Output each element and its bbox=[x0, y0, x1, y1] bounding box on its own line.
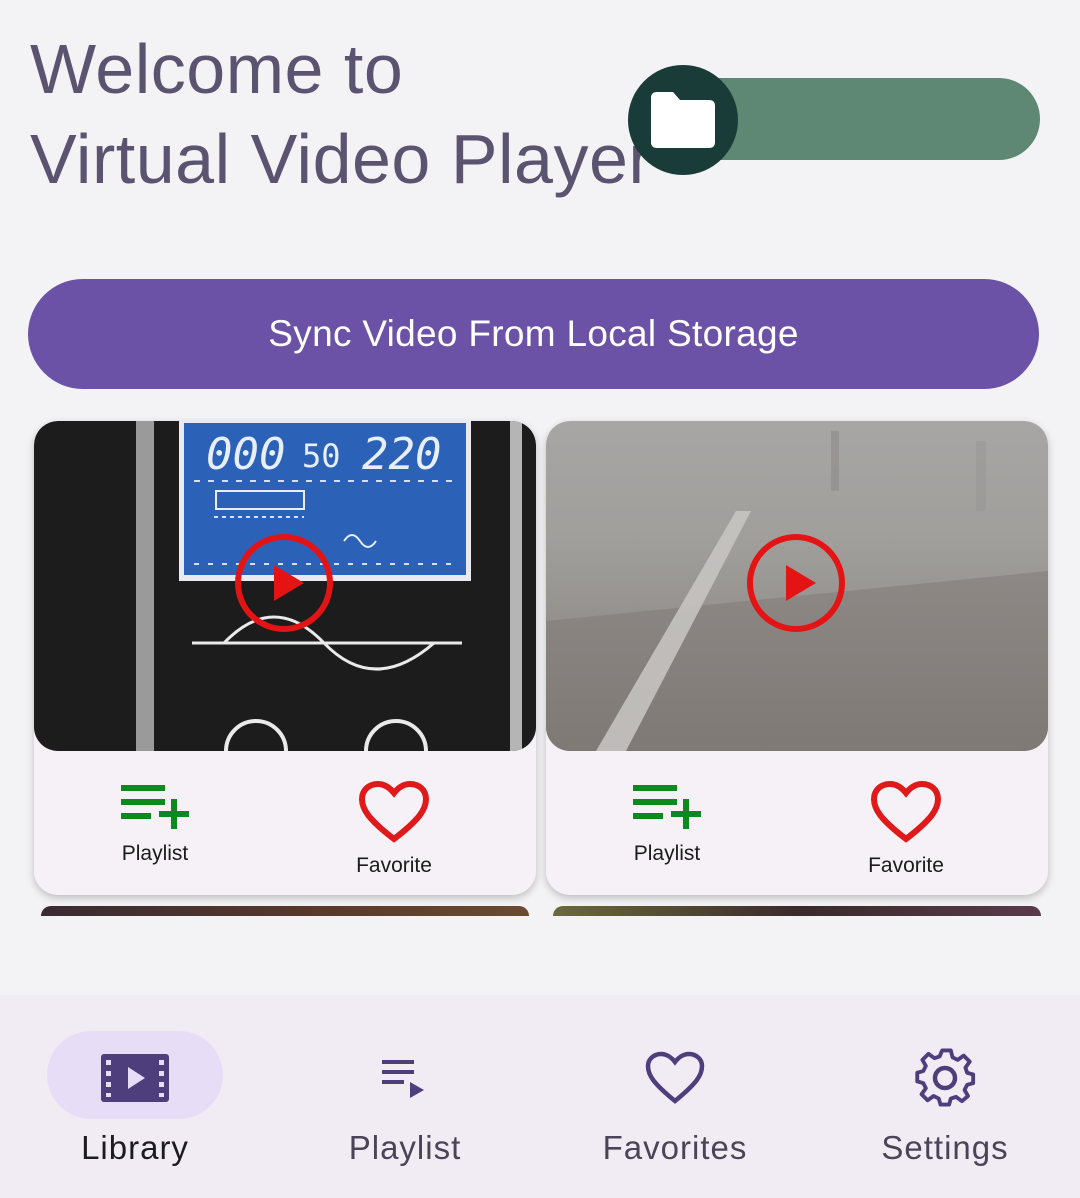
favorite-label: Favorite bbox=[868, 854, 944, 877]
svg-text:220: 220 bbox=[362, 429, 441, 480]
toggle-knob[interactable] bbox=[628, 65, 738, 175]
nav-item-favorites[interactable]: Favorites bbox=[540, 995, 810, 1198]
video-card[interactable]: 000 50 220 Playlist Favorite bbox=[34, 421, 536, 895]
nav-label-library: Library bbox=[81, 1129, 189, 1166]
playlist-label: Playlist bbox=[121, 842, 189, 865]
playlist-label: Playlist bbox=[633, 842, 701, 865]
svg-text:50: 50 bbox=[302, 437, 341, 475]
nav-label-favorites: Favorites bbox=[602, 1129, 748, 1166]
nav-label-settings: Settings bbox=[881, 1129, 1009, 1166]
sync-video-button[interactable]: Sync Video From Local Storage bbox=[28, 279, 1039, 389]
favorite-label: Favorite bbox=[356, 854, 432, 877]
title-line-2: Virtual Video Player bbox=[30, 120, 653, 198]
nav-item-library[interactable]: Library bbox=[0, 995, 270, 1198]
title-line-1: Welcome to bbox=[30, 30, 404, 108]
play-circle-icon[interactable] bbox=[234, 533, 334, 633]
nav-label-playlist: Playlist bbox=[348, 1129, 462, 1166]
page-title: Welcome to Virtual Video Player bbox=[30, 24, 652, 204]
svg-text:000: 000 bbox=[206, 429, 285, 480]
playlist-add-icon bbox=[121, 785, 189, 829]
folder-icon bbox=[651, 92, 715, 148]
add-to-playlist-button[interactable]: Playlist bbox=[567, 781, 767, 866]
video-card-actions: Playlist Favorite bbox=[34, 751, 536, 895]
heart-icon bbox=[358, 780, 430, 843]
play-circle-icon[interactable] bbox=[746, 533, 846, 633]
bottom-navigation: Library Playlist Favorites Settings bbox=[0, 995, 1080, 1198]
video-card[interactable]: Playlist Favorite bbox=[546, 421, 1048, 895]
add-to-playlist-button[interactable]: Playlist bbox=[55, 781, 255, 866]
video-library-icon bbox=[101, 1054, 169, 1102]
video-thumbnail[interactable] bbox=[546, 421, 1048, 751]
playlist-icon bbox=[382, 1060, 424, 1098]
favorite-button[interactable]: Favorite bbox=[806, 780, 1006, 878]
video-card-peek[interactable] bbox=[553, 906, 1041, 916]
video-card-peek[interactable] bbox=[41, 906, 529, 916]
playlist-add-icon bbox=[633, 785, 701, 829]
video-card-actions: Playlist Favorite bbox=[546, 751, 1048, 895]
heart-icon bbox=[645, 1051, 705, 1104]
nav-item-playlist[interactable]: Playlist bbox=[270, 995, 540, 1198]
heart-icon bbox=[870, 780, 942, 843]
favorite-button[interactable]: Favorite bbox=[294, 780, 494, 878]
video-thumbnail[interactable]: 000 50 220 bbox=[34, 421, 536, 751]
nav-item-settings[interactable]: Settings bbox=[810, 995, 1080, 1198]
gear-icon bbox=[915, 1048, 976, 1107]
folder-toggle[interactable] bbox=[628, 65, 1040, 175]
